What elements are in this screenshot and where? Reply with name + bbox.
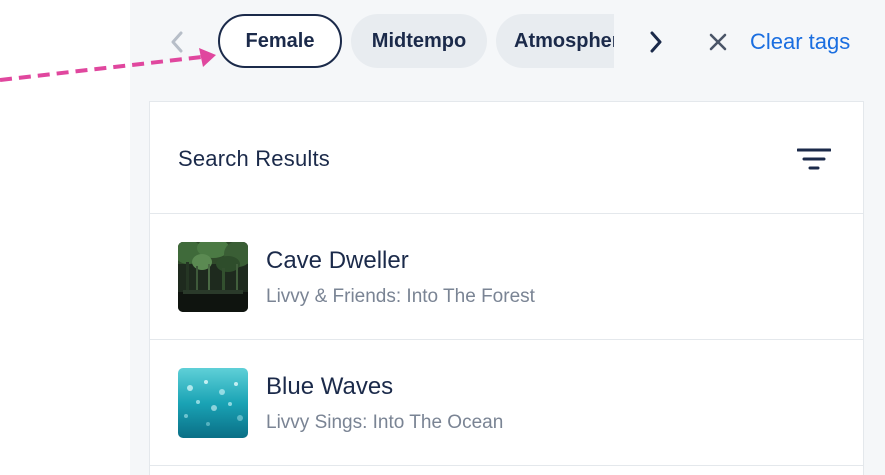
album-art-forest [178,242,248,312]
chevron-right-icon [650,31,662,53]
annotation-arrow [0,48,216,82]
tag-chip-label: Midtempo [371,29,467,52]
tag-scroll-right-button[interactable] [642,28,670,56]
chevron-left-icon [171,31,183,53]
tag-chip-female[interactable]: Female [218,14,342,68]
album-art-ocean [178,368,248,438]
results-header: Search Results [150,102,863,214]
tag-list: Female Midtempo Atmospheric [212,12,614,70]
tag-chip-label: Atmospheric [514,29,614,52]
tag-scroll-left-button[interactable] [164,28,190,56]
filter-icon [797,148,831,170]
result-subtitle: Livvy & Friends: Into The Forest [266,286,535,307]
tag-chip-atmospheric[interactable]: Atmospheric [496,14,614,68]
search-results-panel: Search Results Cave Dweller Livvy & Frie… [149,101,864,475]
result-subtitle: Livvy Sings: Into The Ocean [266,412,504,433]
result-title: Cave Dweller [266,247,409,274]
clear-tags-icon-button[interactable] [706,30,730,54]
result-item[interactable]: Blue Waves Livvy Sings: Into The Ocean [150,340,863,466]
clear-tags-link[interactable]: Clear tags [750,29,850,55]
tag-chip-label: Female [245,29,315,52]
result-title: Blue Waves [266,373,394,400]
tag-chip-midtempo[interactable]: Midtempo [351,14,487,68]
result-item[interactable]: Cave Dweller Livvy & Friends: Into The F… [150,214,863,340]
filter-button[interactable] [796,144,832,174]
close-icon [709,33,727,51]
results-title: Search Results [178,146,330,171]
